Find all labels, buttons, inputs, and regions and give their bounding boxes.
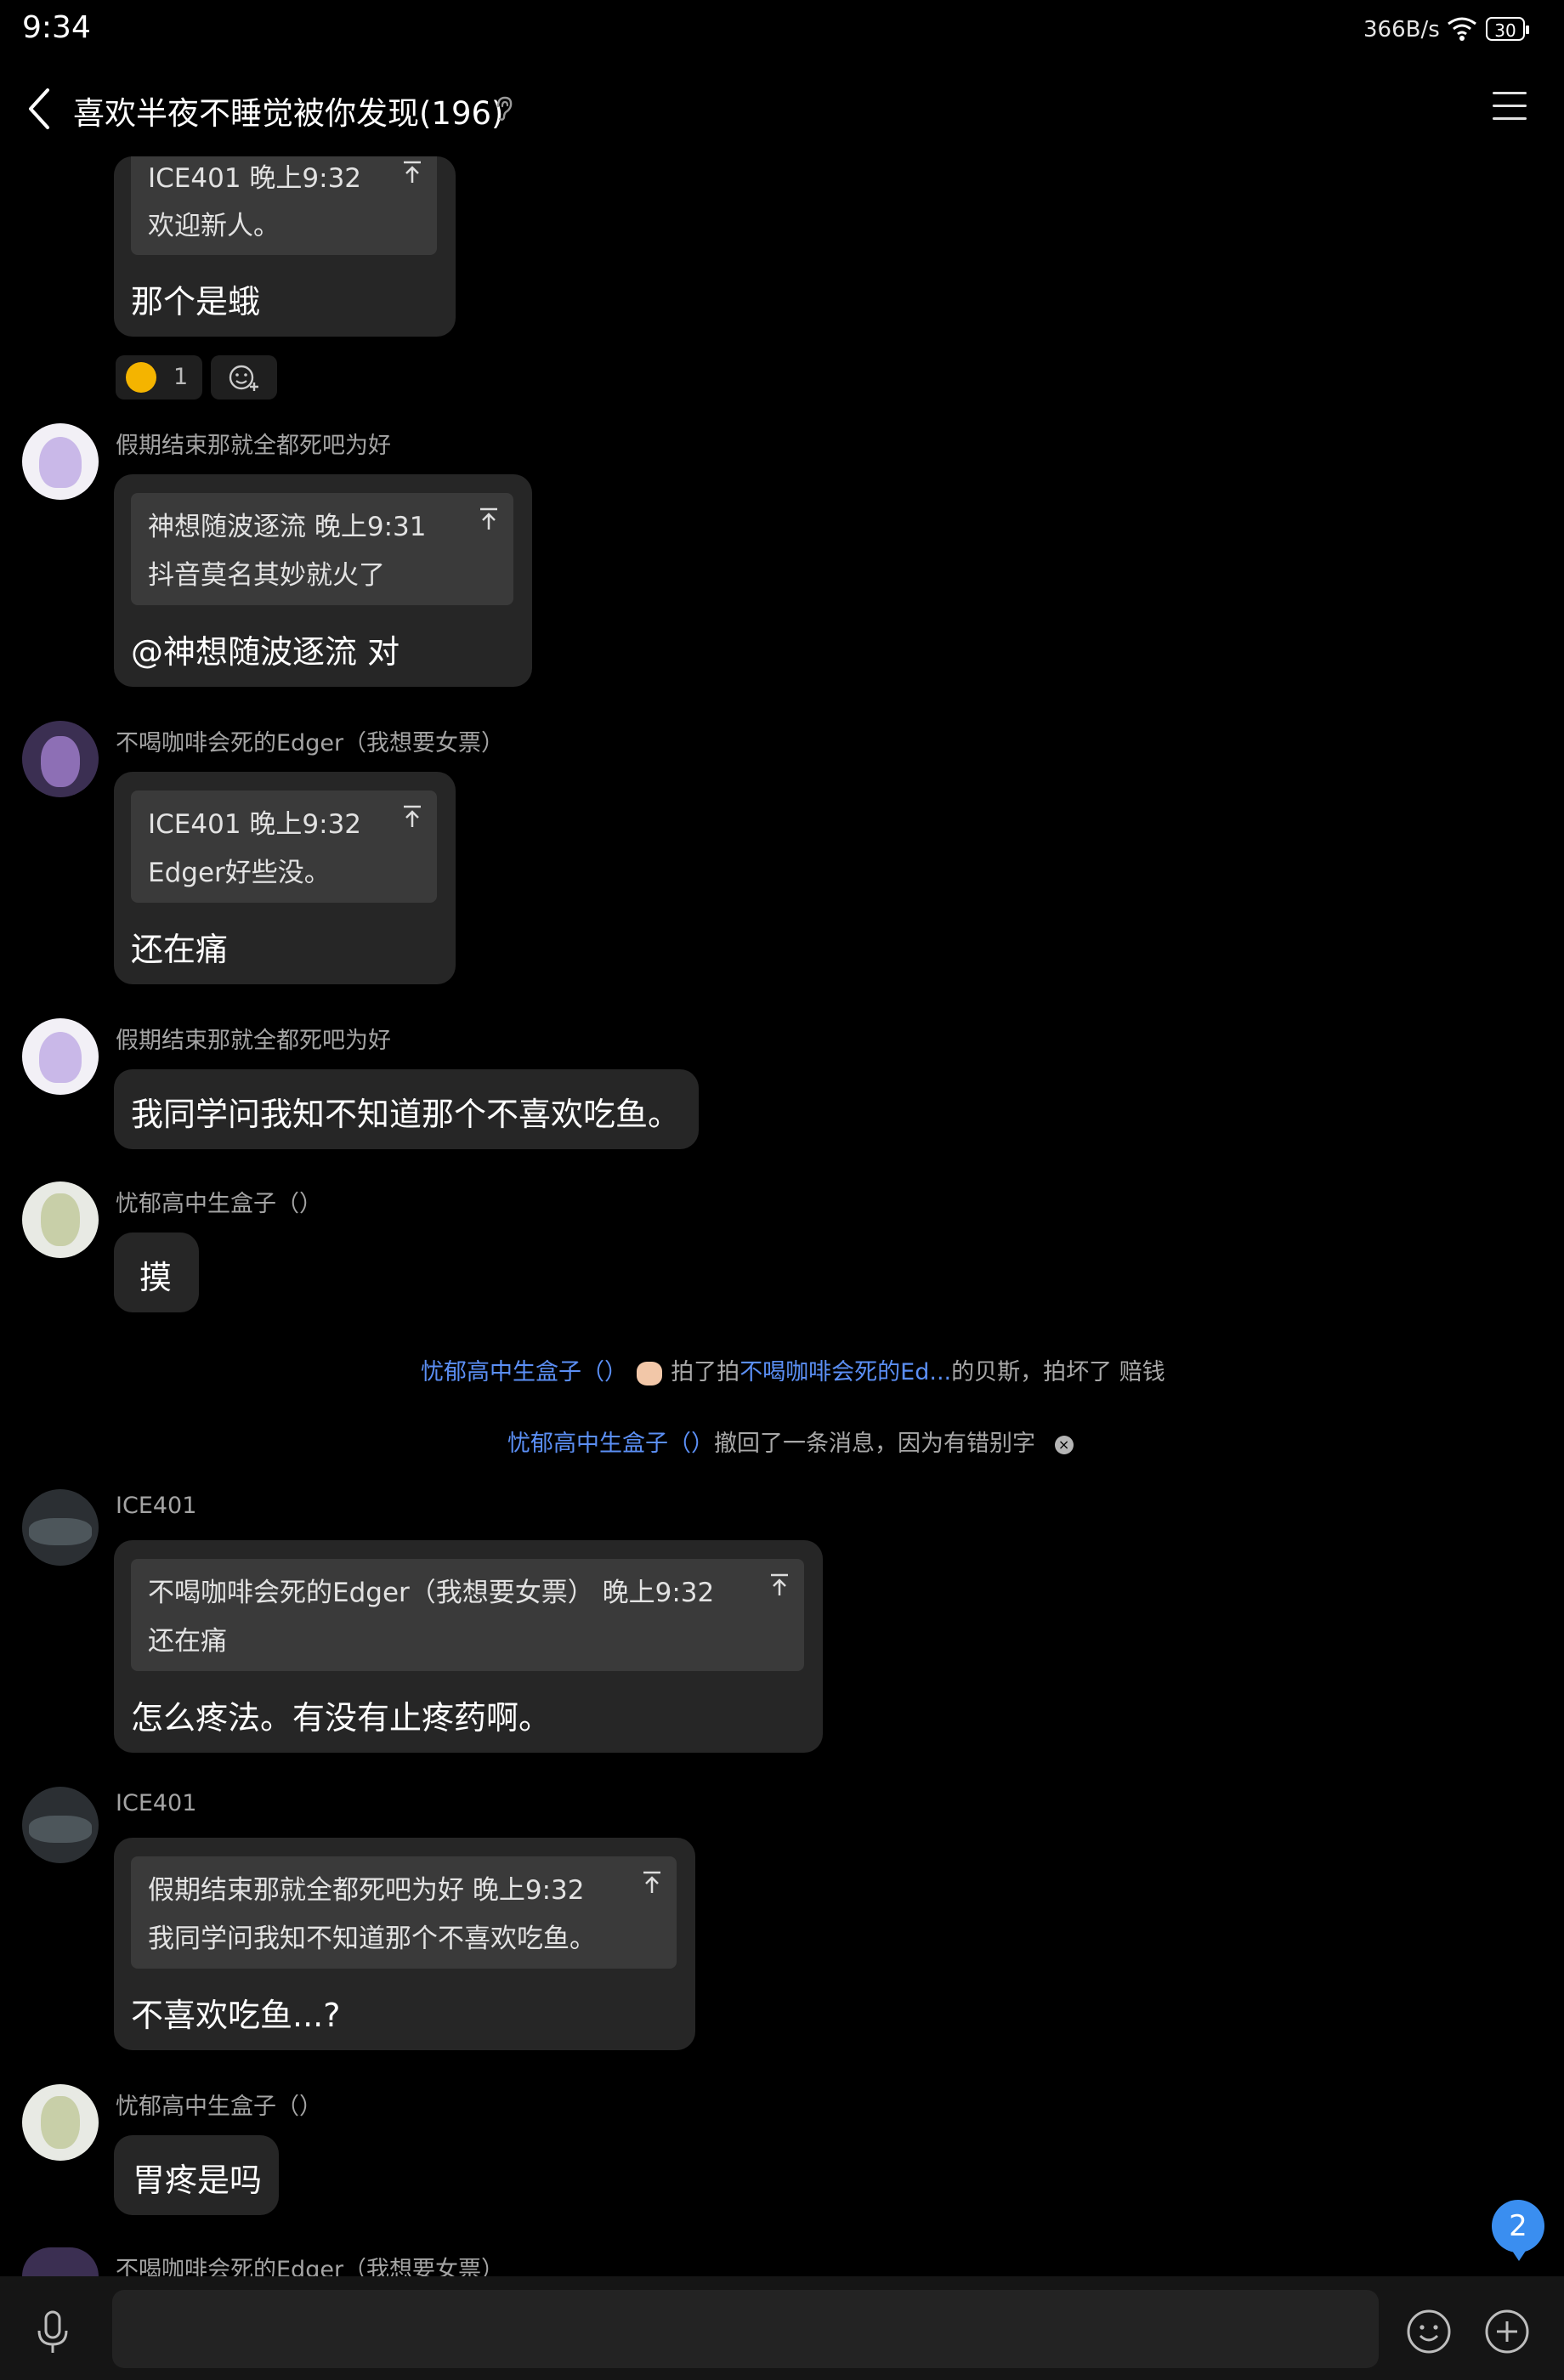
recall-text: 撤回了一条消息，因为有错别字 [714,1431,1035,1457]
battery-indicator: 30 [1486,17,1529,41]
avatar[interactable] [22,2247,99,2276]
sender-name[interactable]: 忧郁高中生盒子（） [116,2088,322,2121]
quote-text: 我同学问我知不知道那个不喜欢吃鱼。 [148,1924,596,1954]
avatar[interactable] [22,423,99,500]
avatar[interactable] [22,1489,99,1566]
message-bubble[interactable]: ICE401 晚上9:32 Edger好些没。 还在痛 [114,772,456,984]
close-icon[interactable]: × [1054,1435,1074,1454]
recall-actor-link[interactable]: 忧郁高中生盒子（） [507,1431,714,1457]
quoted-reply[interactable]: 假期结束那就全都死吧为好 晚上9:32 我同学问我知不知道那个不喜欢吃鱼。 [131,1856,677,1969]
pat-actor-link[interactable]: 忧郁高中生盒子（） [421,1359,627,1386]
reaction-emoji-icon [126,362,156,393]
chat-title[interactable]: 喜欢半夜不睡觉被你发现(196) [73,88,504,133]
pat-target-link[interactable]: 不喝咖啡会死的Ed... [740,1359,951,1386]
quote-text: 抖音莫名其妙就火了 [148,560,385,591]
pin-top-icon [404,161,421,183]
sender-name[interactable]: 假期结束那就全都死吧为好 [116,1022,391,1055]
status-bar: 9:34 366B/s 30 [0,0,1564,60]
message-text: @神想随波逐流 对 [131,633,400,671]
sender-name[interactable]: 不喝咖啡会死的Edger（我想要女票） [116,724,504,757]
quote-text: 还在痛 [148,1626,227,1657]
pin-top-icon [404,805,421,827]
quote-text: 欢迎新人。 [148,211,280,241]
pin-top-icon [643,1871,660,1893]
message-text: 胃疼是吗 [133,2162,263,2199]
wifi-icon [1448,17,1476,41]
message-bubble[interactable]: 假期结束那就全都死吧为好 晚上9:32 我同学问我知不知道那个不喜欢吃鱼。 不喜… [114,1838,695,2050]
quoted-reply[interactable]: ICE401 晚上9:32 欢迎新人。 [131,156,437,255]
quote-header: 不喝咖啡会死的Edger（我想要女票） 晚上9:32 [148,1578,715,1608]
pin-top-icon [771,1573,788,1595]
reaction-chip[interactable]: 1 [116,355,202,400]
message-bubble[interactable]: 神想随波逐流 晚上9:31 抖音莫名其妙就火了 @神想随波逐流 对 [114,474,532,687]
unread-badge[interactable]: 2 [1492,2200,1544,2261]
quote-text: Edger好些没。 [148,858,331,888]
sender-name[interactable]: 不喝咖啡会死的Edger（我想要女票） [116,2251,504,2276]
avatar[interactable] [22,1787,99,1863]
message-bubble[interactable]: 摸 [114,1232,199,1312]
pat-suffix: 的贝斯，拍坏了 赔钱 [951,1359,1165,1386]
avatar[interactable] [22,721,99,797]
menu-icon[interactable] [1493,92,1527,126]
pat-verb: 拍了拍 [671,1359,740,1386]
quoted-reply[interactable]: 不喝咖啡会死的Edger（我想要女票） 晚上9:32 还在痛 [131,1559,804,1671]
quoted-reply[interactable]: 神想随波逐流 晚上9:31 抖音莫名其妙就火了 [131,493,513,605]
ear-icon[interactable] [495,96,513,122]
message-bubble[interactable]: 胃疼是吗 [114,2135,279,2215]
sender-name[interactable]: ICE401 [116,1493,196,1519]
avatar[interactable] [22,2084,99,2161]
sender-name[interactable]: 忧郁高中生盒子（） [116,1185,322,1218]
add-reaction-button[interactable] [211,355,277,400]
emoji-icon[interactable] [1406,2309,1452,2354]
message-text: 那个是蛾 [131,283,261,320]
sender-name[interactable]: ICE401 [116,1790,196,1816]
message-text: 不喜欢吃鱼...? [131,1997,341,2034]
message-text: 还在痛 [131,931,229,968]
status-time: 9:34 [22,10,91,45]
network-speed: 366B/s [1363,17,1440,42]
message-text: 我同学问我知不知道那个不喜欢吃鱼。 [131,1096,681,1133]
quote-header: ICE401 晚上9:32 [148,809,362,840]
reaction-count: 1 [173,364,189,390]
plus-icon[interactable] [1484,2309,1530,2354]
recall-notice: 忧郁高中生盒子（）撤回了一条消息，因为有错别字 × [507,1425,1074,1458]
quoted-reply[interactable]: ICE401 晚上9:32 Edger好些没。 [131,790,437,903]
back-arrow-icon[interactable] [22,85,56,133]
sender-name[interactable]: 假期结束那就全都死吧为好 [116,427,391,460]
quote-header: ICE401 晚上9:32 [148,163,362,194]
menu-line [1493,117,1527,120]
message-input[interactable] [112,2290,1379,2368]
mic-icon[interactable] [36,2310,70,2354]
pat-notice: 忧郁高中生盒子（） 拍了拍不喝咖啡会死的Ed...的贝斯，拍坏了 赔钱 [421,1353,1165,1386]
menu-line [1493,92,1527,94]
wave-hand-icon [636,1361,662,1386]
message-text: 怎么疼法。有没有止疼药啊。 [131,1699,552,1737]
quote-header: 假期结束那就全都死吧为好 晚上9:32 [148,1875,585,1906]
message-bubble[interactable]: ICE401 晚上9:32 欢迎新人。 那个是蛾 [114,156,456,337]
message-text: 摸 [139,1259,173,1296]
message-bubble[interactable]: 不喝咖啡会死的Edger（我想要女票） 晚上9:32 还在痛 怎么疼法。有没有止… [114,1540,823,1753]
avatar[interactable] [22,1018,99,1095]
pin-top-icon [480,507,497,530]
avatar[interactable] [22,1182,99,1258]
quote-header: 神想随波逐流 晚上9:31 [148,512,427,542]
emoji-add-icon [229,365,258,391]
menu-line [1493,105,1527,107]
message-bubble[interactable]: 我同学问我知不知道那个不喜欢吃鱼。 [114,1069,699,1149]
